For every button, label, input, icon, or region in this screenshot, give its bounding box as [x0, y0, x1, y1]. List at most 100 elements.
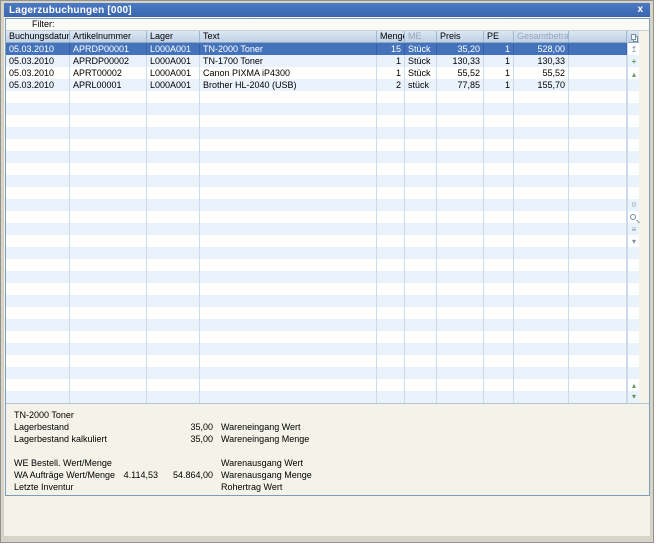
cell-buchungsdatum: 05.03.2010: [6, 79, 70, 91]
cell-empty: [377, 175, 405, 187]
scroll-up-icon[interactable]: ▴: [628, 381, 640, 391]
cell-empty: [514, 259, 569, 271]
copy-icon[interactable]: [631, 34, 636, 40]
table-row-empty: [6, 163, 639, 175]
cell-empty: [377, 283, 405, 295]
cell-menge[interactable]: 15: [377, 43, 405, 55]
column-header-menge[interactable]: Menge: [377, 31, 405, 43]
cell-empty: [405, 223, 437, 235]
summary-line: Letzte InventurRohertrag Wert: [6, 481, 649, 493]
table-row-empty: [6, 379, 639, 391]
menu-down-icon[interactable]: ▾: [628, 237, 640, 247]
column-header-me[interactable]: ME: [405, 31, 437, 43]
cell-artikelnummer[interactable]: APRDP00001: [70, 43, 147, 55]
cell-empty: [484, 139, 514, 151]
table-row-empty: [6, 295, 639, 307]
filter-bar[interactable]: Filter:: [6, 19, 649, 31]
cell-empty: [200, 103, 377, 115]
cell-empty: [6, 199, 70, 211]
cell-empty: [405, 271, 437, 283]
summary-label: Lagerbestand kalkuliert: [14, 433, 107, 445]
table-row-empty: [6, 331, 639, 343]
scroll-top-icon[interactable]: ↥: [628, 45, 640, 55]
titlebar: Lagerzubuchungen [000] x: [4, 3, 650, 17]
cell-gesamtbetrag: 55,52: [514, 67, 569, 79]
window-content: Filter: BuchungsdatumArtikelnummerLagerT…: [4, 17, 650, 536]
table-row-empty: [6, 235, 639, 247]
cell-empty: [569, 295, 627, 307]
column-header-text[interactable]: Text: [200, 31, 377, 43]
cell-empty: [200, 115, 377, 127]
cell-empty: [200, 343, 377, 355]
table-row[interactable]: 05.03.2010APRDP00001L000A001TN-2000 Tone…: [6, 43, 639, 55]
cell-empty: [484, 91, 514, 103]
list-icon[interactable]: ≡: [628, 225, 640, 235]
cell-lager[interactable]: L000A001: [147, 43, 200, 55]
summary-label: Lagerbestand: [14, 421, 69, 433]
grid-container: Filter: BuchungsdatumArtikelnummerLagerT…: [5, 18, 650, 496]
cell-pe[interactable]: 1: [484, 43, 514, 55]
column-header-filler[interactable]: [569, 31, 627, 43]
table-row[interactable]: 05.03.2010APRT00002L000A001Canon PIXMA i…: [6, 67, 639, 79]
cell-empty: [569, 319, 627, 331]
summary-value2: 35,00: [151, 433, 213, 445]
cell-empty: [70, 355, 147, 367]
scroll-down-icon[interactable]: ▾: [628, 392, 640, 402]
cell-empty: [484, 271, 514, 283]
cell-empty: [70, 295, 147, 307]
table-row-empty: [6, 355, 639, 367]
cell-empty: [377, 247, 405, 259]
cell-lager: L000A001: [147, 79, 200, 91]
summary-line: WA Aufträge Wert/Menge4.114,5354.864,00W…: [6, 469, 649, 481]
cell-text: TN-1700 Toner: [200, 55, 377, 67]
rail-header: [628, 31, 639, 43]
cell-empty: [147, 235, 200, 247]
cell-filler[interactable]: [569, 43, 627, 55]
cell-empty: [70, 139, 147, 151]
cell-empty: [377, 151, 405, 163]
columns-icon[interactable]: |||: [628, 200, 640, 210]
cell-empty: [514, 367, 569, 379]
cell-empty: [405, 199, 437, 211]
cell-empty: [70, 175, 147, 187]
column-header-pe[interactable]: PE: [484, 31, 514, 43]
sort-up-icon[interactable]: ▴: [628, 70, 640, 80]
cell-empty: [6, 367, 70, 379]
column-header-preis[interactable]: Preis: [437, 31, 484, 43]
summary-line: WE Bestell. Wert/MengeWarenausgang Wert: [6, 457, 649, 469]
cell-empty: [437, 163, 484, 175]
table-row[interactable]: 05.03.2010APRDP00002L000A001TN-1700 Tone…: [6, 55, 639, 67]
cell-me[interactable]: Stück: [405, 43, 437, 55]
cell-empty: [405, 115, 437, 127]
cell-empty: [484, 175, 514, 187]
cell-empty: [6, 139, 70, 151]
cell-empty: [6, 187, 70, 199]
column-header-lager[interactable]: Lager: [147, 31, 200, 43]
close-icon[interactable]: x: [635, 5, 645, 15]
column-header-buchungsdatum[interactable]: Buchungsdatum: [6, 31, 70, 43]
column-header-artikelnummer[interactable]: Artikelnummer: [70, 31, 147, 43]
cell-gesamtbetrag[interactable]: 528,00: [514, 43, 569, 55]
cell-empty: [514, 283, 569, 295]
cell-empty: [147, 295, 200, 307]
cell-preis[interactable]: 35,20: [437, 43, 484, 55]
cell-menge: 2: [377, 79, 405, 91]
cell-empty: [437, 103, 484, 115]
cell-empty: [484, 187, 514, 199]
cell-text[interactable]: TN-2000 Toner: [200, 43, 377, 55]
cell-empty: [405, 187, 437, 199]
cell-empty: [514, 319, 569, 331]
add-row-icon[interactable]: +: [628, 57, 640, 67]
cell-empty: [405, 331, 437, 343]
cell-empty: [200, 187, 377, 199]
table-row[interactable]: 05.03.2010APRL00001L000A001Brother HL-20…: [6, 79, 639, 91]
cell-empty: [377, 295, 405, 307]
cell-buchungsdatum: 05.03.2010: [6, 55, 70, 67]
cell-empty: [147, 115, 200, 127]
cell-filler: [569, 67, 627, 79]
cell-empty: [569, 283, 627, 295]
cell-buchungsdatum[interactable]: 05.03.2010: [6, 43, 70, 55]
column-header-gesamtbetrag[interactable]: Gesamtbetrag: [514, 31, 569, 43]
cell-pe: 1: [484, 67, 514, 79]
cell-empty: [569, 307, 627, 319]
